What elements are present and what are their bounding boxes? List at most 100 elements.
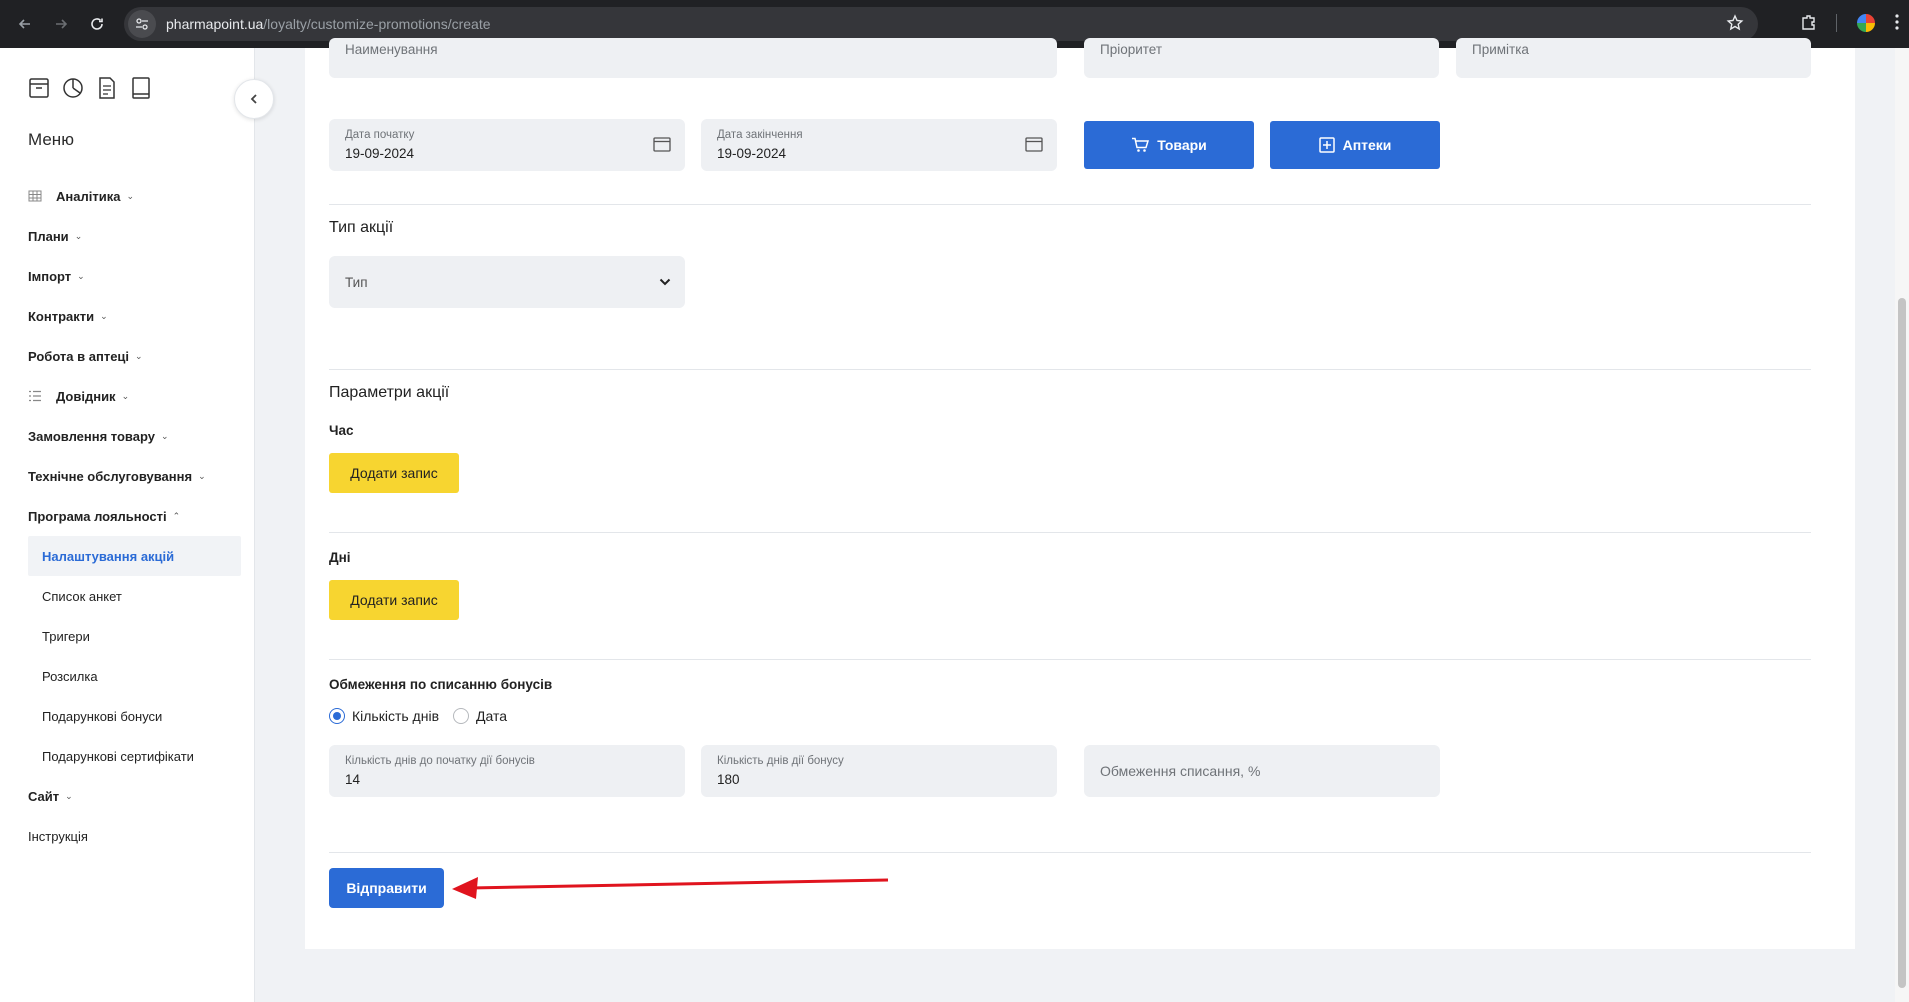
sidebar-item-maintenance[interactable]: Технічне обслуговування ⌄ [28,456,241,496]
radio-days-count[interactable] [329,708,345,724]
url-text: pharmapoint.ua/loyalty/customize-promoti… [166,16,491,32]
sidebar-item-label: Аналітика [56,188,121,204]
calendar-icon[interactable] [1025,136,1043,152]
sidebar-item-contracts[interactable]: Контракти ⌄ [28,296,241,336]
write-off-limit-placeholder: Обмеження списання, % [1100,763,1261,779]
chevron-left-icon [250,94,257,104]
sidebar-item-label: Довідник [56,388,116,404]
chevron-down-icon: ⌄ [65,790,73,801]
sidebar-item-label: Імпорт [28,268,72,284]
goods-button-label: Товари [1157,137,1207,153]
priority-field[interactable]: Пріоритет [1084,38,1439,78]
archive-icon[interactable] [28,76,50,100]
sidebar-item-label: Контракти [28,308,95,324]
sidebar: Меню Аналітика ⌄ Плани ⌄ Імпорт ⌄ Контракти… [0,48,255,1002]
start-date-field[interactable]: Дата початку 19-09-2024 [329,119,685,171]
sidebar-quick-icons [28,76,152,100]
sidebar-item-label: Сайт [28,788,60,804]
menu-title: Меню [28,130,74,149]
days-title: Дні [329,550,351,565]
divider [329,659,1811,660]
back-icon[interactable] [14,13,36,35]
address-bar[interactable]: pharmapoint.ua/loyalty/customize-promoti… [124,7,1758,41]
sidebar-item-import[interactable]: Імпорт ⌄ [28,256,241,296]
grid-icon [28,190,42,202]
submit-button[interactable]: Відправити [329,868,444,908]
extensions-icon[interactable] [1800,13,1818,34]
bonus-limit-radio-group: Кількість днів Дата [329,708,521,724]
divider [329,852,1811,853]
more-menu-icon[interactable] [1895,13,1899,33]
chevron-down-icon: ⌄ [121,390,130,401]
promo-type-select[interactable]: Тип [329,256,685,308]
sidebar-subitem-mailing[interactable]: Розсилка [28,656,241,696]
chevron-down-icon: ⌄ [198,470,206,481]
sidebar-subitem-gift-certificates[interactable]: Подарункові сертифікати [28,736,241,776]
sidebar-subitem-gift-bonuses[interactable]: Подарункові бонуси [28,696,241,736]
sidebar-collapse-button[interactable] [234,79,274,119]
divider [329,204,1811,205]
toolbar-divider [1836,14,1837,32]
chevron-down-icon: ⌄ [77,270,85,281]
divider [329,532,1811,533]
name-placeholder: Наименування [345,42,438,57]
pharmacies-button[interactable]: Аптеки [1270,121,1440,169]
sidebar-item-plans[interactable]: Плани ⌄ [28,216,241,256]
list-icon [29,390,41,402]
document-icon[interactable] [96,76,118,100]
sidebar-item-label: Замовлення товару [28,428,155,444]
bookmark-star-icon[interactable] [1726,14,1744,35]
days-duration-value: 180 [717,772,740,787]
time-title: Час [329,423,354,438]
end-date-value: 19-09-2024 [717,146,787,161]
radio-date[interactable] [453,708,470,724]
sidebar-item-analytics[interactable]: Аналітика ⌄ [28,176,241,216]
calendar-icon[interactable] [653,136,671,152]
end-date-field[interactable]: Дата закінчення 19-09-2024 [701,119,1057,171]
add-time-record-button[interactable]: Додати запис [329,453,459,493]
chevron-down-icon: ⌄ [161,430,169,441]
sidebar-item-instructions[interactable]: Інструкція [28,816,241,856]
bonus-limit-title: Обмеження по списанню бонусів [329,677,553,692]
profile-avatar[interactable] [1855,12,1877,34]
sidebar-item-loyalty[interactable]: Програма лояльності ⌃ [28,496,241,536]
sidebar-item-label: Технічне обслуговування [28,468,193,484]
write-off-limit-field[interactable]: Обмеження списання, % [1084,745,1440,797]
site-settings-icon[interactable] [128,10,156,38]
name-field[interactable]: Наименування [329,38,1057,78]
days-before-start-field[interactable]: Кількість днів до початку дії бонусів 14 [329,745,685,797]
scrollbar-thumb[interactable] [1898,298,1906,988]
reload-icon[interactable] [86,13,108,35]
sidebar-item-label: Програма лояльності [28,508,167,524]
sidebar-subitem-promo-settings[interactable]: Налаштування акцій [28,536,241,576]
page-scrollbar[interactable] [1895,48,1909,1002]
sidebar-subitem-triggers[interactable]: Тригери [28,616,241,656]
days-duration-field[interactable]: Кількість днів дії бонусу 180 [701,745,1057,797]
divider [329,369,1811,370]
goods-button[interactable]: Товари [1084,121,1254,169]
submit-button-label: Відправити [346,880,427,896]
radio-days-count-label: Кількість днів [352,708,440,724]
sidebar-item-pharmacy-work[interactable]: Робота в аптеці ⌄ [28,336,241,376]
chevron-down-icon [659,278,671,286]
note-field[interactable]: Примітка [1456,38,1811,78]
sidebar-item-directory[interactable]: Довідник ⌄ [28,376,241,416]
chevron-up-icon: ⌃ [172,510,181,521]
end-date-label: Дата закінчення [717,129,803,141]
note-placeholder: Примітка [1472,42,1529,57]
priority-placeholder: Пріоритет [1100,42,1163,57]
book-icon[interactable] [130,76,152,100]
sidebar-item-label: Інструкція [28,828,88,844]
sidebar-item-orders[interactable]: Замовлення товару ⌄ [28,416,241,456]
promo-form-card: Наименування Пріоритет Примітка Дата поч… [305,38,1855,949]
days-before-start-label: Кількість днів до початку дії бонусів [345,755,535,767]
promo-type-select-value: Тип [345,274,368,290]
add-days-record-button[interactable]: Додати запис [329,580,459,620]
pharmacies-button-label: Аптеки [1342,137,1392,153]
pie-chart-icon[interactable] [62,76,84,100]
forward-icon[interactable] [50,13,72,35]
sidebar-subitem-surveys[interactable]: Список анкет [28,576,241,616]
start-date-label: Дата початку [345,129,415,141]
days-duration-label: Кількість днів дії бонусу [717,755,844,767]
sidebar-item-site[interactable]: Сайт ⌄ [28,776,241,816]
